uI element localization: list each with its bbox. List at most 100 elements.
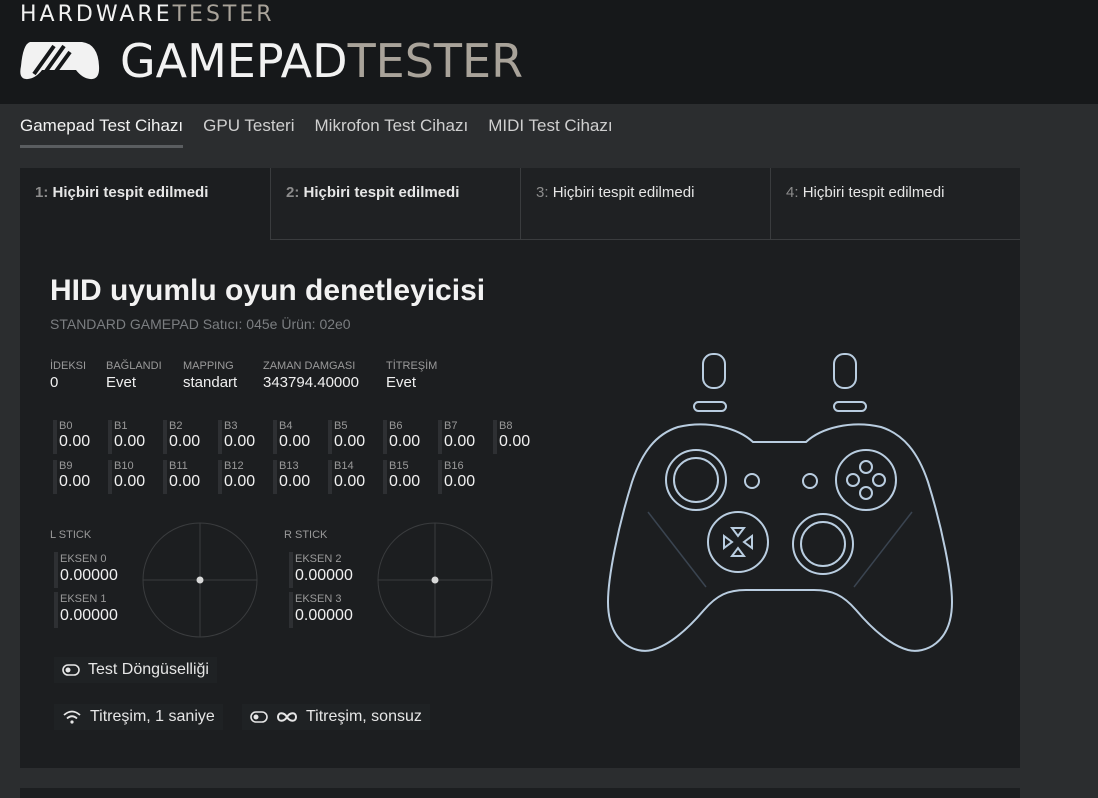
info-label: TİTREŞİM (386, 360, 438, 372)
button-readout: B6 0.00 (383, 420, 433, 454)
info-mapping: MAPPING standart (183, 360, 237, 391)
nav-gpu-tester[interactable]: GPU Testeri (203, 116, 294, 148)
info-value: 0 (50, 374, 59, 391)
axis-label: EKSEN 2 (295, 553, 342, 565)
button-value: 0.00 (114, 473, 146, 490)
right-stick-visualizer (377, 522, 493, 638)
test-loop-toggle[interactable]: Test Döngüselliği (54, 657, 217, 683)
brand-hardwaretester[interactable]: HARDWARETESTER (20, 2, 275, 27)
axis-readout: EKSEN 2 0.00000 (289, 552, 369, 588)
info-value: Evet (106, 374, 137, 391)
button-readout: B12 0.00 (218, 460, 268, 494)
button-value: 0.00 (169, 473, 201, 490)
button-value: 0.00 (389, 433, 421, 450)
tab-number: 3: (536, 184, 549, 201)
button-readout: B11 0.00 (163, 460, 213, 494)
toggle-icon (250, 711, 268, 723)
info-value: Evet (386, 374, 417, 391)
button-readout: B8 0.00 (493, 420, 543, 454)
axis-label: EKSEN 1 (60, 593, 107, 605)
brand-gamepadtester[interactable]: GAMEPADTESTER (120, 34, 523, 88)
button-value: 0.00 (499, 433, 531, 450)
info-vibration: TİTREŞİM Evet (386, 360, 437, 391)
face-buttons-icon (835, 449, 897, 511)
brand-small-part-2: TESTER (172, 2, 275, 27)
info-label: İDEKSI (50, 360, 87, 372)
button-value: 0.00 (224, 473, 256, 490)
axis-value: 0.00000 (60, 567, 118, 584)
left-stick-label: L STICK (50, 529, 92, 541)
next-panel-edge (20, 788, 1020, 798)
button-label: B10 (114, 460, 134, 472)
nav-microphone-tester[interactable]: Mikrofon Test Cihazı (315, 116, 469, 148)
right-stick-label: R STICK (284, 529, 328, 541)
button-readout: B5 0.00 (328, 420, 378, 454)
button-value: 0.00 (334, 433, 366, 450)
button-readout: B15 0.00 (383, 460, 433, 494)
axis-readout: EKSEN 0 0.00000 (54, 552, 134, 588)
toggle-icon (62, 664, 80, 676)
button-label: B0 (59, 420, 73, 432)
tool-nav: Gamepad Test Cihazı GPU Testeri Mikrofon… (20, 116, 613, 148)
tab-label: Hiçbiri tespit edilmedi (52, 184, 209, 201)
wifi-icon (63, 710, 81, 724)
infinity-icon (276, 712, 298, 722)
info-value: 343794.40000 (263, 374, 359, 391)
info-label: ZAMAN DAMGASI (263, 360, 356, 372)
button-readout: B14 0.00 (328, 460, 378, 494)
vibrate-1s-button[interactable]: Titreşim, 1 saniye (54, 704, 223, 730)
button-value: 0.00 (279, 473, 311, 490)
button-readout: B2 0.00 (163, 420, 213, 454)
right-bumper-icon (833, 401, 867, 412)
vibrate-infinite-label: Titreşim, sonsuz (306, 708, 422, 725)
button-label: B8 (499, 420, 513, 432)
button-label: B4 (279, 420, 293, 432)
gamepad-body-icon (606, 423, 954, 652)
nav-midi-tester[interactable]: MIDI Test Cihazı (488, 116, 612, 148)
tab-gamepad-1[interactable]: 1: Hiçbiri tespit edilmedi (20, 168, 270, 240)
dpad-icon (707, 511, 769, 573)
button-readout: B0 0.00 (53, 420, 103, 454)
brand-small-part-1: HARDWARE (20, 2, 173, 27)
device-title: HID uyumlu oyun denetleyicisi (50, 274, 486, 307)
button-readout: B16 0.00 (438, 460, 488, 494)
test-loop-label: Test Döngüselliği (88, 661, 209, 678)
tab-label: Hiçbiri tespit edilmedi (303, 184, 460, 201)
button-value: 0.00 (224, 433, 256, 450)
start-button-icon (802, 473, 818, 489)
left-trigger-icon (702, 353, 726, 389)
button-label: B3 (224, 420, 238, 432)
button-value: 0.00 (389, 473, 421, 490)
button-label: B1 (114, 420, 128, 432)
button-label: B7 (444, 420, 458, 432)
button-value: 0.00 (444, 473, 476, 490)
button-value: 0.00 (444, 433, 476, 450)
axis-label: EKSEN 0 (60, 553, 107, 565)
tab-gamepad-2[interactable]: 2: Hiçbiri tespit edilmedi (270, 168, 520, 240)
info-connected: BAĞLANDI Evet (106, 360, 162, 391)
select-button-icon (744, 473, 760, 489)
button-readout: B9 0.00 (53, 460, 103, 494)
vibrate-infinite-button[interactable]: Titreşim, sonsuz (242, 704, 430, 730)
nav-gamepad-tester[interactable]: Gamepad Test Cihazı (20, 116, 184, 148)
button-value: 0.00 (169, 433, 201, 450)
button-label: B12 (224, 460, 244, 472)
tab-number: 1: (35, 184, 49, 201)
axis-readout: EKSEN 1 0.00000 (54, 592, 134, 628)
button-readout: B13 0.00 (273, 460, 323, 494)
right-trigger-icon (833, 353, 857, 389)
button-label: B14 (334, 460, 354, 472)
button-readout: B7 0.00 (438, 420, 488, 454)
info-timestamp: ZAMAN DAMGASI 343794.40000 (263, 360, 359, 391)
site-header: HARDWARETESTER GAMEPADTESTER (0, 0, 1098, 104)
button-label: B11 (169, 460, 188, 472)
info-label: BAĞLANDI (106, 360, 162, 372)
button-label: B6 (389, 420, 403, 432)
button-readout: B3 0.00 (218, 420, 268, 454)
button-value: 0.00 (59, 433, 91, 450)
info-index: İDEKSI 0 (50, 360, 86, 391)
tab-number: 2: (286, 184, 300, 201)
axis-value: 0.00000 (60, 607, 118, 624)
button-value: 0.00 (334, 473, 366, 490)
brand-big-part-2: TESTER (347, 34, 524, 88)
